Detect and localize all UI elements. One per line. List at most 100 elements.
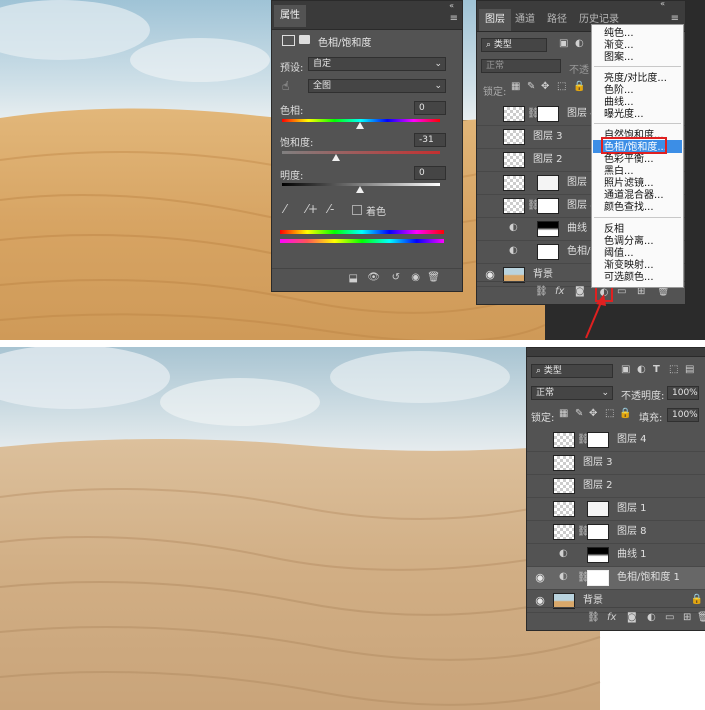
- blend-mode-select[interactable]: 正常: [481, 59, 561, 73]
- lock-move-icon[interactable]: ✥: [589, 408, 597, 419]
- link-layers-icon[interactable]: ⛓: [587, 612, 600, 623]
- reset-icon[interactable]: ↺: [392, 272, 400, 283]
- collapse-icon[interactable]: «: [660, 0, 665, 8]
- tab-layers[interactable]: 图层: [479, 9, 511, 31]
- menu-item[interactable]: 色阶...: [604, 85, 634, 96]
- eyedropper-minus-icon[interactable]: ⁄-: [328, 202, 334, 216]
- saturation-value-input[interactable]: -31: [414, 133, 446, 147]
- layer-mask-thumbnail[interactable]: [537, 244, 559, 260]
- tab-properties[interactable]: 属性: [274, 5, 306, 27]
- layer-row[interactable]: 图层 3: [527, 452, 705, 475]
- visibility-icon[interactable]: ◉: [411, 272, 420, 283]
- fx-icon[interactable]: fx: [555, 286, 564, 297]
- artboard-icon[interactable]: ⬚: [557, 81, 566, 92]
- tab-paths[interactable]: 路径: [547, 9, 567, 31]
- panel-menu-icon[interactable]: ≡: [671, 13, 679, 24]
- trash-icon[interactable]: 🗑: [697, 612, 705, 623]
- eye-icon[interactable]: ◉: [533, 594, 547, 608]
- targeted-adjustment-hand-icon[interactable]: ☝: [282, 79, 289, 93]
- menu-item[interactable]: 色调分离...: [604, 236, 654, 247]
- image-filter-icon[interactable]: ▣: [559, 38, 568, 49]
- lock-move-icon[interactable]: ✥: [541, 81, 549, 92]
- opacity-input[interactable]: 100%: [667, 386, 699, 400]
- layer-mask-thumbnail[interactable]: [537, 106, 559, 122]
- panel-menu-icon[interactable]: ≡: [450, 13, 458, 24]
- saturation-slider-track[interactable]: [282, 151, 440, 154]
- layer-mask-thumbnail[interactable]: [537, 221, 559, 237]
- add-mask-icon[interactable]: ◙: [627, 612, 637, 623]
- menu-item[interactable]: 颜色查找...: [604, 202, 654, 213]
- fx-icon[interactable]: fx: [607, 612, 616, 623]
- layer-row[interactable]: ⛓ 图层 4: [527, 429, 705, 452]
- layer-name: 图层 4: [617, 434, 647, 445]
- colorize-checkbox[interactable]: [352, 205, 362, 215]
- mask-icon[interactable]: [299, 35, 310, 44]
- menu-item[interactable]: 通道混合器...: [604, 190, 664, 201]
- image-filter-icon[interactable]: ▣: [621, 364, 630, 375]
- lock-all-icon[interactable]: 🔒: [573, 81, 585, 92]
- layer-mask-thumbnail[interactable]: [587, 501, 609, 517]
- smart-object-filter-icon[interactable]: ▤: [685, 364, 694, 375]
- eye-icon[interactable]: ◉: [483, 268, 497, 282]
- adjustment-filter-icon[interactable]: ◐: [575, 38, 584, 49]
- layer-row[interactable]: 图层 2: [527, 475, 705, 498]
- lightness-value-input[interactable]: 0: [414, 166, 446, 180]
- lock-transparent-icon[interactable]: ▦: [511, 81, 520, 92]
- layer-mask-thumbnail[interactable]: [537, 175, 559, 191]
- layer-mask-thumbnail[interactable]: [587, 432, 609, 448]
- channel-select[interactable]: 全图 ⌄: [308, 79, 446, 93]
- filter-kind-select[interactable]: ⌕ 类型: [531, 364, 613, 378]
- collapse-icon[interactable]: «: [449, 1, 454, 10]
- shape-filter-icon[interactable]: ⬚: [669, 364, 678, 375]
- layer-mask-thumbnail[interactable]: [587, 524, 609, 540]
- layer-row[interactable]: ◐ 曲线 1: [527, 544, 705, 567]
- menu-item[interactable]: 渐变...: [604, 40, 634, 51]
- menu-item[interactable]: 照片滤镜...: [604, 178, 654, 189]
- layer-mask-thumbnail[interactable]: [537, 198, 559, 214]
- artboard-icon[interactable]: ⬚: [605, 408, 614, 419]
- tab-channels[interactable]: 通道: [515, 9, 535, 31]
- menu-item[interactable]: 黑白...: [604, 166, 634, 177]
- layers-list: ⛓ 图层 4 图层 3 图层 2 图层 1 ⛓ 图层 8: [527, 429, 705, 613]
- lock-all-icon[interactable]: 🔒: [619, 408, 631, 419]
- lightness-slider-knob[interactable]: [356, 186, 364, 193]
- hue-slider-knob[interactable]: [356, 122, 364, 129]
- new-layer-icon[interactable]: ⊞: [683, 612, 691, 623]
- eyedropper-plus-icon[interactable]: ⁄+: [306, 202, 318, 216]
- blend-mode-select[interactable]: 正常 ⌄: [531, 386, 613, 400]
- layer-thumbnail: [553, 455, 575, 471]
- lock-paint-icon[interactable]: ✎: [575, 408, 583, 419]
- fill-input[interactable]: 100%: [667, 408, 699, 422]
- link-layers-icon[interactable]: ⛓: [535, 286, 548, 297]
- layer-mask-thumbnail[interactable]: [587, 570, 609, 586]
- lock-transparent-icon[interactable]: ▦: [559, 408, 568, 419]
- new-adjustment-layer-icon[interactable]: ◐: [647, 612, 656, 623]
- menu-item[interactable]: 纯色...: [604, 28, 634, 39]
- menu-item[interactable]: 曝光度...: [604, 109, 644, 120]
- hue-value-input[interactable]: 0: [414, 101, 446, 115]
- clip-to-layer-icon[interactable]: ⬓: [349, 273, 358, 284]
- layer-row[interactable]: ⛓ 图层 8: [527, 521, 705, 544]
- view-previous-icon[interactable]: 👁: [367, 272, 380, 283]
- menu-item[interactable]: 渐变映射...: [604, 260, 654, 271]
- lock-paint-icon[interactable]: ✎: [527, 81, 535, 92]
- menu-item[interactable]: 可选颜色...: [604, 272, 654, 283]
- menu-item[interactable]: 阈值...: [604, 248, 634, 259]
- adjustment-filter-icon[interactable]: ◐: [637, 364, 646, 375]
- saturation-slider-knob[interactable]: [332, 154, 340, 161]
- layer-row-selected[interactable]: ◉ ◐ ⛓ 色相/饱和度 1: [527, 567, 705, 590]
- type-filter-icon[interactable]: T: [653, 364, 660, 375]
- menu-item[interactable]: 图案...: [604, 52, 634, 63]
- menu-item[interactable]: 色彩平衡...: [604, 154, 654, 165]
- new-group-icon[interactable]: ▭: [665, 612, 674, 623]
- trash-icon[interactable]: 🗑: [427, 272, 440, 283]
- layer-mask-thumbnail[interactable]: [587, 547, 609, 563]
- menu-item[interactable]: 曲线...: [604, 97, 634, 108]
- menu-item[interactable]: 亮度/对比度...: [604, 73, 667, 84]
- menu-item[interactable]: 反相: [604, 224, 624, 235]
- eye-icon[interactable]: ◉: [533, 571, 547, 585]
- eyedropper-icon[interactable]: ⁄: [284, 202, 286, 216]
- layer-row[interactable]: 图层 1: [527, 498, 705, 521]
- preset-select[interactable]: 自定 ⌄: [308, 57, 446, 71]
- filter-kind-select[interactable]: ⌕ 类型: [481, 38, 547, 52]
